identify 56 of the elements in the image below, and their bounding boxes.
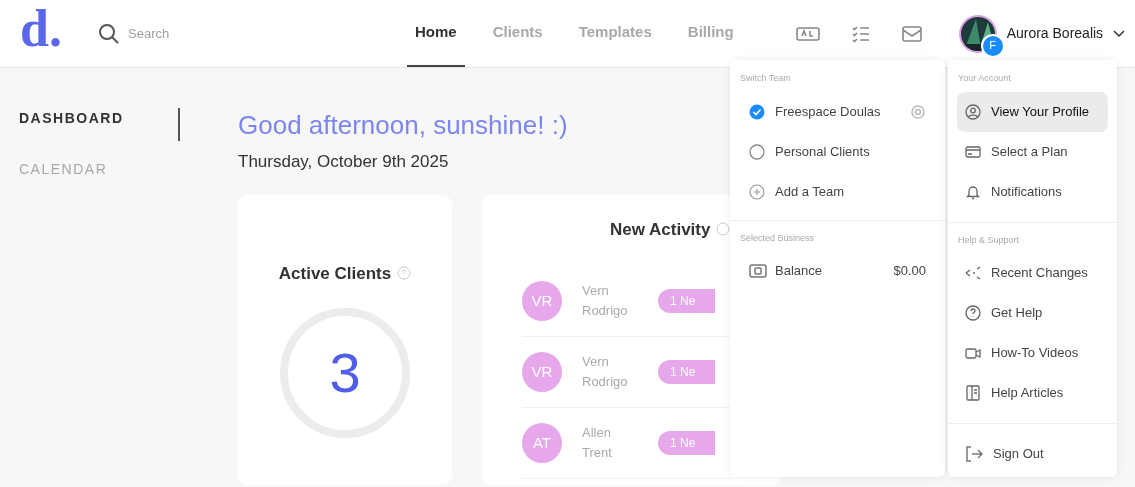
sidebar-item[interactable]: DASHBOARD: [19, 108, 178, 129]
client-last-name: Trent: [582, 444, 613, 462]
checklist-icon[interactable]: [851, 24, 870, 43]
logo: d.: [20, 2, 63, 55]
client-count: 3: [329, 340, 361, 406]
client-last-name: Rodrigo: [582, 373, 629, 391]
video-icon: [965, 345, 981, 361]
section-label: Selected Business: [740, 231, 816, 245]
balance-label: Balance: [775, 262, 822, 281]
card-title: Active Clients: [278, 262, 392, 285]
menu-item[interactable]: Recent Changes: [957, 253, 1108, 293]
search-icon: [98, 22, 120, 45]
date: Thursday, October 9th 2025: [238, 151, 449, 173]
client-first-name: Vern: [582, 353, 610, 371]
new-badge: 1 Ne: [658, 360, 716, 384]
mail-icon[interactable]: [901, 25, 922, 42]
bell-icon: [965, 183, 981, 200]
menu-item[interactable]: View Your Profile: [957, 91, 1108, 132]
new-badge: 1 Ne: [658, 431, 716, 455]
menu-item[interactable]: Get Help: [957, 293, 1108, 333]
search-field[interactable]: Search: [128, 23, 208, 44]
menu-item[interactable]: Help Articles: [957, 373, 1108, 413]
card-icon: [965, 143, 981, 160]
card-icon[interactable]: [795, 25, 820, 42]
initials-avatar: AT: [522, 423, 562, 463]
chevron-down-icon[interactable]: [1113, 29, 1126, 38]
card-title: New Activity: [610, 218, 711, 241]
user-name[interactable]: Aurora Borealis: [1006, 23, 1104, 44]
client-first-name: Allen: [582, 424, 612, 442]
book-icon: [965, 385, 981, 401]
nav-tab[interactable]: Home: [407, 0, 465, 67]
section-label: Help & Support: [958, 233, 1021, 247]
section-label: Your Account: [958, 72, 1012, 85]
settings-icon[interactable]: [910, 103, 926, 120]
section-label: Switch Team: [740, 72, 792, 85]
team-item[interactable]: Personal Clients: [730, 131, 945, 172]
initials-avatar: VR: [522, 352, 562, 392]
balance-amount: $0.00: [893, 262, 926, 281]
avatar[interactable]: [957, 13, 998, 54]
sign-out-item[interactable]: Sign Out: [957, 434, 1108, 474]
team-item[interactable]: Freespace Doulas: [730, 91, 945, 132]
client-last-name: Rodrigo: [582, 302, 629, 320]
radio-selected[interactable]: [749, 103, 765, 120]
greeting: Good afternoon, sunshine! :): [238, 109, 568, 142]
wallet-icon: [749, 264, 767, 278]
plus-circle-icon: [749, 183, 765, 200]
user-circle-icon: [965, 103, 981, 120]
menu-item[interactable]: Notifications: [957, 171, 1108, 212]
radio-button[interactable]: [749, 143, 765, 160]
initials-avatar: VR: [522, 281, 562, 321]
sign-out-icon: [965, 446, 983, 462]
new-badge: 1 Ne: [658, 289, 716, 313]
menu-item[interactable]: How-To Videos: [957, 333, 1108, 373]
menu-item[interactable]: Select a Plan: [957, 131, 1108, 172]
team-item[interactable]: Add a Team: [730, 171, 945, 212]
client-first-name: Vern: [582, 282, 610, 300]
